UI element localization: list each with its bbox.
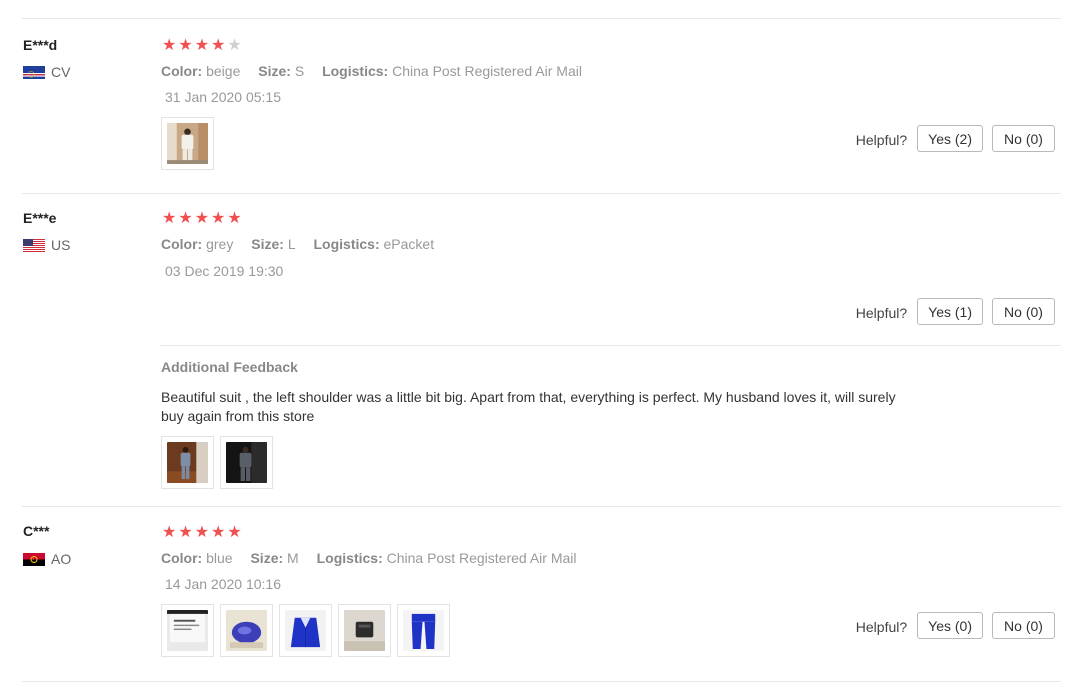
divider xyxy=(22,506,1061,507)
review-date: 03 Dec 2019 19:30 xyxy=(165,263,284,279)
photo-image xyxy=(167,123,208,164)
color-label: Color: xyxy=(161,63,203,79)
star-icon: ★ xyxy=(211,524,226,541)
country-code: CV xyxy=(51,64,71,80)
order-attributes: Color: beige Size: S Logistics: China Po… xyxy=(161,63,582,79)
color-value: blue xyxy=(206,550,233,566)
photo-image xyxy=(167,442,208,483)
star-icon: ★ xyxy=(211,37,226,54)
helpful-label: Helpful? xyxy=(855,305,908,321)
divider xyxy=(22,681,1061,682)
size-value: L xyxy=(287,236,296,252)
review-date: 14 Jan 2020 10:16 xyxy=(165,576,281,592)
star-icon: ★ xyxy=(227,524,242,541)
star-icon: ★ xyxy=(178,524,193,541)
size-value: M xyxy=(287,550,299,566)
star-icon: ★ xyxy=(211,210,226,227)
star-icon: ★ xyxy=(162,524,177,541)
divider xyxy=(160,345,1061,346)
star-icon: ★ xyxy=(227,37,242,54)
helpful-yes-button[interactable]: Yes (2) xyxy=(917,125,983,152)
helpful-label: Helpful? xyxy=(855,132,908,148)
photo-image xyxy=(403,610,444,651)
star-rating: ★ ★ ★ ★ ★ xyxy=(162,525,242,541)
star-rating: ★ ★ ★ ★ ★ xyxy=(162,38,242,54)
photo-image xyxy=(226,610,267,651)
color-value: grey xyxy=(206,236,234,252)
reviewer-name: E***d xyxy=(23,37,58,53)
star-icon: ★ xyxy=(194,524,210,541)
helpful-no-button[interactable]: No (0) xyxy=(992,612,1055,639)
reviewer-country: AO xyxy=(23,551,71,567)
star-icon: ★ xyxy=(162,37,177,54)
review-photo-thumbnail[interactable] xyxy=(279,604,332,657)
logistics-label: Logistics: xyxy=(322,63,389,79)
review-date: 31 Jan 2020 05:15 xyxy=(165,89,281,105)
star-icon: ★ xyxy=(194,37,210,54)
helpful-voting: Helpful? Yes (1) No (0) xyxy=(856,298,1055,325)
review-photos xyxy=(161,604,450,657)
reviewer-name: E***e xyxy=(23,210,57,226)
reviewer-country: CV xyxy=(23,64,70,80)
size-value: S xyxy=(294,63,305,79)
helpful-label: Helpful? xyxy=(855,619,908,635)
review-photos xyxy=(161,117,214,170)
review-photo-thumbnail[interactable] xyxy=(161,436,214,489)
helpful-no-button[interactable]: No (0) xyxy=(992,125,1055,152)
star-icon: ★ xyxy=(194,210,210,227)
logistics-value: China Post Registered Air Mail xyxy=(392,63,582,79)
order-attributes: Color: grey Size: L Logistics: ePacket xyxy=(161,236,434,252)
color-label: Color: xyxy=(161,550,203,566)
photo-image xyxy=(344,610,385,651)
logistics-value: ePacket xyxy=(383,236,435,252)
review-photo-thumbnail[interactable] xyxy=(338,604,391,657)
color-value: beige xyxy=(206,63,241,79)
cape-verde-flag-icon xyxy=(23,65,45,79)
review-photo-thumbnail[interactable] xyxy=(161,604,214,657)
logistics-value: China Post Registered Air Mail xyxy=(386,550,577,566)
order-attributes: Color: blue Size: M Logistics: China Pos… xyxy=(161,550,577,566)
helpful-no-button[interactable]: No (0) xyxy=(992,298,1055,325)
reviewer-name: C*** xyxy=(23,523,50,539)
size-label: Size: xyxy=(251,236,284,252)
photo-image xyxy=(167,610,208,651)
additional-feedback-text: Beautiful suit , the left shoulder was a… xyxy=(161,389,896,424)
star-rating: ★ ★ ★ ★ ★ xyxy=(162,211,242,227)
photo-image xyxy=(285,610,326,651)
star-icon: ★ xyxy=(227,210,242,227)
star-icon: ★ xyxy=(178,37,193,54)
helpful-yes-button[interactable]: Yes (0) xyxy=(917,612,983,639)
review-photos xyxy=(161,436,273,489)
review-photo-thumbnail[interactable] xyxy=(220,604,273,657)
angola-flag-icon xyxy=(23,552,45,566)
star-icon: ★ xyxy=(162,210,177,227)
additional-feedback-title: Additional Feedback xyxy=(161,359,298,375)
review-photo-thumbnail[interactable] xyxy=(161,117,214,170)
helpful-voting: Helpful? Yes (2) No (0) xyxy=(856,125,1055,152)
size-label: Size: xyxy=(258,63,291,79)
country-code: AO xyxy=(51,551,72,567)
logistics-label: Logistics: xyxy=(316,550,383,566)
photo-image xyxy=(226,442,267,483)
usa-flag-icon xyxy=(23,238,45,252)
color-label: Color: xyxy=(161,236,203,252)
country-code: US xyxy=(51,237,71,253)
logistics-label: Logistics: xyxy=(313,236,380,252)
divider xyxy=(22,18,1061,19)
size-label: Size: xyxy=(250,550,284,566)
helpful-voting: Helpful? Yes (0) No (0) xyxy=(856,612,1055,639)
star-icon: ★ xyxy=(178,210,193,227)
helpful-yes-button[interactable]: Yes (1) xyxy=(917,298,983,325)
review-photo-thumbnail[interactable] xyxy=(220,436,273,489)
divider xyxy=(22,193,1061,194)
reviewer-country: US xyxy=(23,237,70,253)
review-photo-thumbnail[interactable] xyxy=(397,604,450,657)
